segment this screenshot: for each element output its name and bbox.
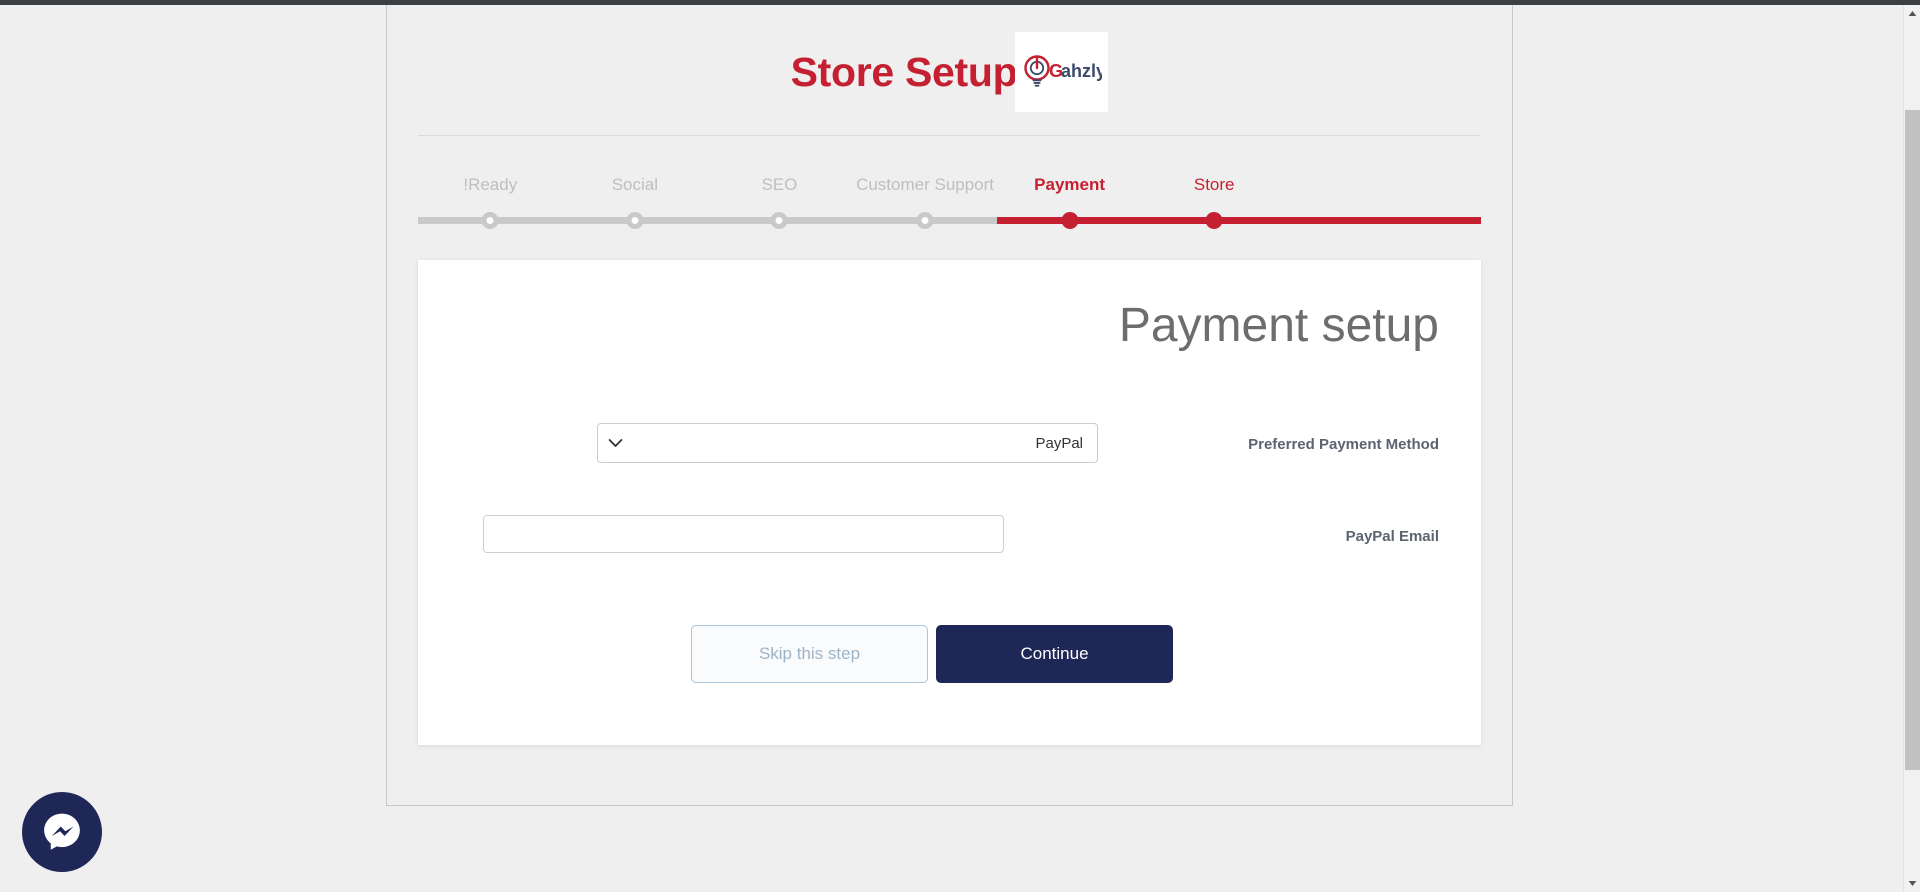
scroll-down-arrow[interactable] <box>1904 875 1920 892</box>
setup-stepper: !Ready Social SEO Customer Support Payme… <box>418 175 1481 235</box>
page-title: Store Setup <box>791 52 1018 93</box>
card-heading: Payment setup <box>1119 300 1439 353</box>
preferred-payment-method-value: PayPal <box>1035 435 1083 452</box>
gahzly-logo-svg: G ahzly <box>1022 55 1102 89</box>
messenger-icon <box>40 810 84 854</box>
gahzly-logo-wordmark: ahzly <box>1061 61 1102 81</box>
scrollbar-thumb[interactable] <box>1905 110 1920 770</box>
step-node-customer-support[interactable] <box>917 212 934 229</box>
preferred-payment-method-field: PayPal <box>597 423 1098 463</box>
payment-setup-card: Payment setup Preferred Payment Method P… <box>418 260 1481 745</box>
paypal-email-input[interactable] <box>483 515 1004 553</box>
stepper-track <box>418 217 1481 224</box>
page-canvas: Store Setup G ahzly <box>0 5 1903 892</box>
stepper-labels: !Ready Social SEO Customer Support Payme… <box>418 175 1481 205</box>
paypal-email-field <box>483 515 1004 553</box>
step-node-payment[interactable] <box>1061 212 1078 229</box>
messenger-chat-button[interactable] <box>22 792 102 872</box>
step-node-social[interactable] <box>626 212 643 229</box>
step-label-social[interactable]: Social <box>612 175 658 195</box>
step-node-seo[interactable] <box>771 212 788 229</box>
scroll-up-arrow[interactable] <box>1904 5 1920 22</box>
step-node-store[interactable] <box>1206 212 1223 229</box>
card-actions: Skip this step Continue <box>691 625 1173 683</box>
step-label-store[interactable]: Store <box>1194 175 1235 195</box>
chevron-down-icon <box>608 438 623 448</box>
step-node-ready[interactable] <box>482 212 499 229</box>
continue-button[interactable]: Continue <box>936 625 1173 683</box>
preferred-payment-method-select[interactable]: PayPal <box>597 423 1098 463</box>
label-preferred-payment-method: Preferred Payment Method <box>1248 436 1439 453</box>
page-header: Store Setup G ahzly <box>418 5 1481 136</box>
step-label-payment[interactable]: Payment <box>1034 175 1105 195</box>
gahzly-logo: G ahzly <box>1015 32 1108 112</box>
skip-this-step-button[interactable]: Skip this step <box>691 625 928 683</box>
label-paypal-email: PayPal Email <box>1346 528 1439 545</box>
title-row: Store Setup G ahzly <box>418 32 1481 112</box>
vertical-scrollbar[interactable] <box>1903 5 1920 892</box>
step-label-ready[interactable]: !Ready <box>463 175 517 195</box>
step-label-customer-support[interactable]: Customer Support <box>856 175 994 195</box>
step-label-seo[interactable]: SEO <box>761 175 797 195</box>
